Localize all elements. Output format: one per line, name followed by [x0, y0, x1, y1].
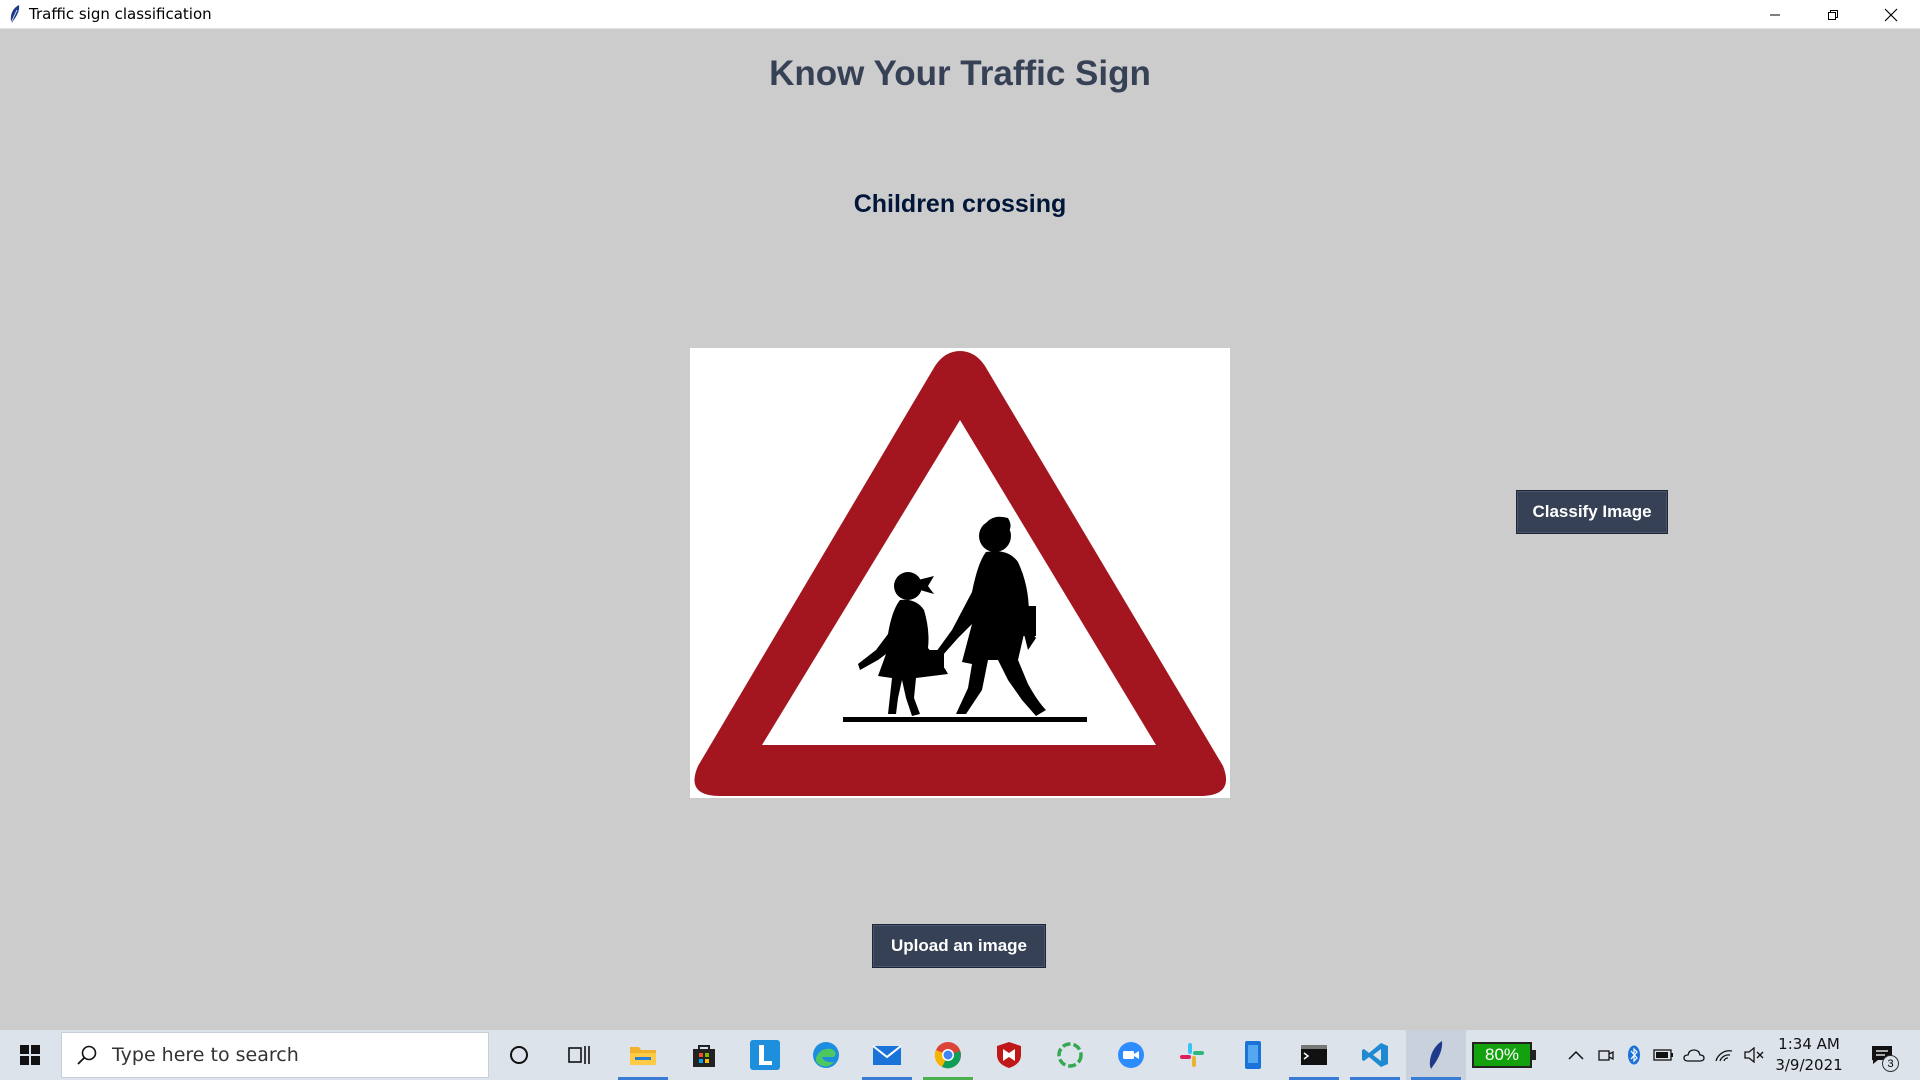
feather-app-icon	[1429, 1041, 1443, 1069]
window-titlebar: Traffic sign classification	[0, 0, 1920, 29]
mail-icon	[872, 1045, 902, 1065]
battery-meter[interactable]: 80%	[1472, 1042, 1532, 1068]
restore-button[interactable]	[1804, 0, 1862, 29]
taskbar-search[interactable]: Type here to search	[61, 1032, 489, 1078]
sync-icon	[1057, 1042, 1083, 1068]
bluetooth-icon	[1628, 1045, 1640, 1065]
zoom-icon	[1118, 1042, 1144, 1068]
file-explorer-icon	[630, 1047, 656, 1065]
battery-status-button[interactable]	[1650, 1030, 1678, 1080]
restore-icon	[1828, 9, 1838, 20]
edge-icon	[813, 1042, 839, 1068]
mcafee-button[interactable]	[979, 1030, 1039, 1080]
taskbar: Type here to search 80% 1:34 AM 3/9/2021…	[0, 1030, 1920, 1080]
bluetooth-button[interactable]	[1620, 1030, 1648, 1080]
l-app-icon	[750, 1040, 780, 1070]
task-view-button[interactable]	[549, 1030, 609, 1080]
slack-button[interactable]	[1162, 1030, 1222, 1080]
battery-percent: 80%	[1484, 1045, 1520, 1064]
page-title: Know Your Traffic Sign	[769, 54, 1151, 93]
cortana-icon	[510, 1046, 528, 1064]
windows-icon	[20, 1045, 40, 1065]
window-controls	[1746, 0, 1920, 29]
close-icon	[1884, 8, 1898, 21]
phone-button[interactable]	[1223, 1030, 1283, 1080]
onedrive-button[interactable]	[1680, 1030, 1708, 1080]
task-view-icon	[568, 1046, 590, 1064]
store-button[interactable]	[674, 1030, 734, 1080]
chevron-up-icon	[1568, 1050, 1584, 1060]
window-title: Traffic sign classification	[29, 5, 212, 23]
clock[interactable]: 1:34 AM 3/9/2021	[1768, 1034, 1850, 1076]
battery-icon	[1653, 1049, 1673, 1061]
close-button[interactable]	[1862, 0, 1920, 29]
onedrive-icon	[1683, 1049, 1705, 1062]
app-window: Know Your Traffic Sign Children crossing	[0, 29, 1920, 1030]
terminal-icon	[1301, 1045, 1327, 1065]
mcafee-icon	[997, 1042, 1021, 1068]
uploaded-sign-image	[690, 348, 1230, 798]
edge-button[interactable]	[796, 1030, 856, 1080]
minimize-button[interactable]	[1746, 0, 1804, 29]
vscode-button[interactable]	[1345, 1030, 1405, 1080]
search-placeholder: Type here to search	[112, 1044, 299, 1066]
vscode-icon	[1362, 1043, 1388, 1067]
clock-time: 1:34 AM	[1778, 1035, 1840, 1053]
wifi-button[interactable]	[1710, 1030, 1738, 1080]
volume-button[interactable]	[1740, 1030, 1768, 1080]
meet-now-icon	[1598, 1050, 1614, 1061]
cortana-button[interactable]	[489, 1030, 549, 1080]
notification-count: 3	[1882, 1055, 1899, 1072]
chrome-button[interactable]	[918, 1030, 978, 1080]
feather-app-button[interactable]	[1406, 1030, 1466, 1080]
sync-button[interactable]	[1040, 1030, 1100, 1080]
upload-image-button[interactable]: Upload an image	[872, 924, 1046, 968]
notifications-button[interactable]: 3	[1862, 1038, 1902, 1072]
classify-image-button[interactable]: Classify Image	[1516, 490, 1668, 534]
children-crossing-sign	[694, 351, 1227, 796]
search-icon	[77, 1045, 97, 1065]
zoom-button[interactable]	[1101, 1030, 1161, 1080]
meet-now-button[interactable]	[1592, 1030, 1620, 1080]
wifi-icon	[1715, 1050, 1733, 1062]
mute-icon	[1744, 1047, 1764, 1063]
l-app-button[interactable]	[735, 1030, 795, 1080]
classification-result: Children crossing	[853, 190, 1067, 218]
start-button[interactable]	[0, 1030, 60, 1080]
show-hidden-icons-button[interactable]	[1562, 1030, 1590, 1080]
file-explorer-button[interactable]	[613, 1030, 673, 1080]
terminal-button[interactable]	[1284, 1030, 1344, 1080]
battery-nub	[1532, 1050, 1536, 1060]
minimize-icon	[1770, 14, 1780, 15]
mail-button[interactable]	[857, 1030, 917, 1080]
store-icon	[693, 1045, 715, 1067]
feather-icon	[5, 4, 25, 24]
slack-icon	[1180, 1043, 1204, 1067]
clock-date: 3/9/2021	[1775, 1056, 1843, 1074]
chrome-icon	[934, 1042, 961, 1069]
phone-icon	[1245, 1041, 1261, 1069]
